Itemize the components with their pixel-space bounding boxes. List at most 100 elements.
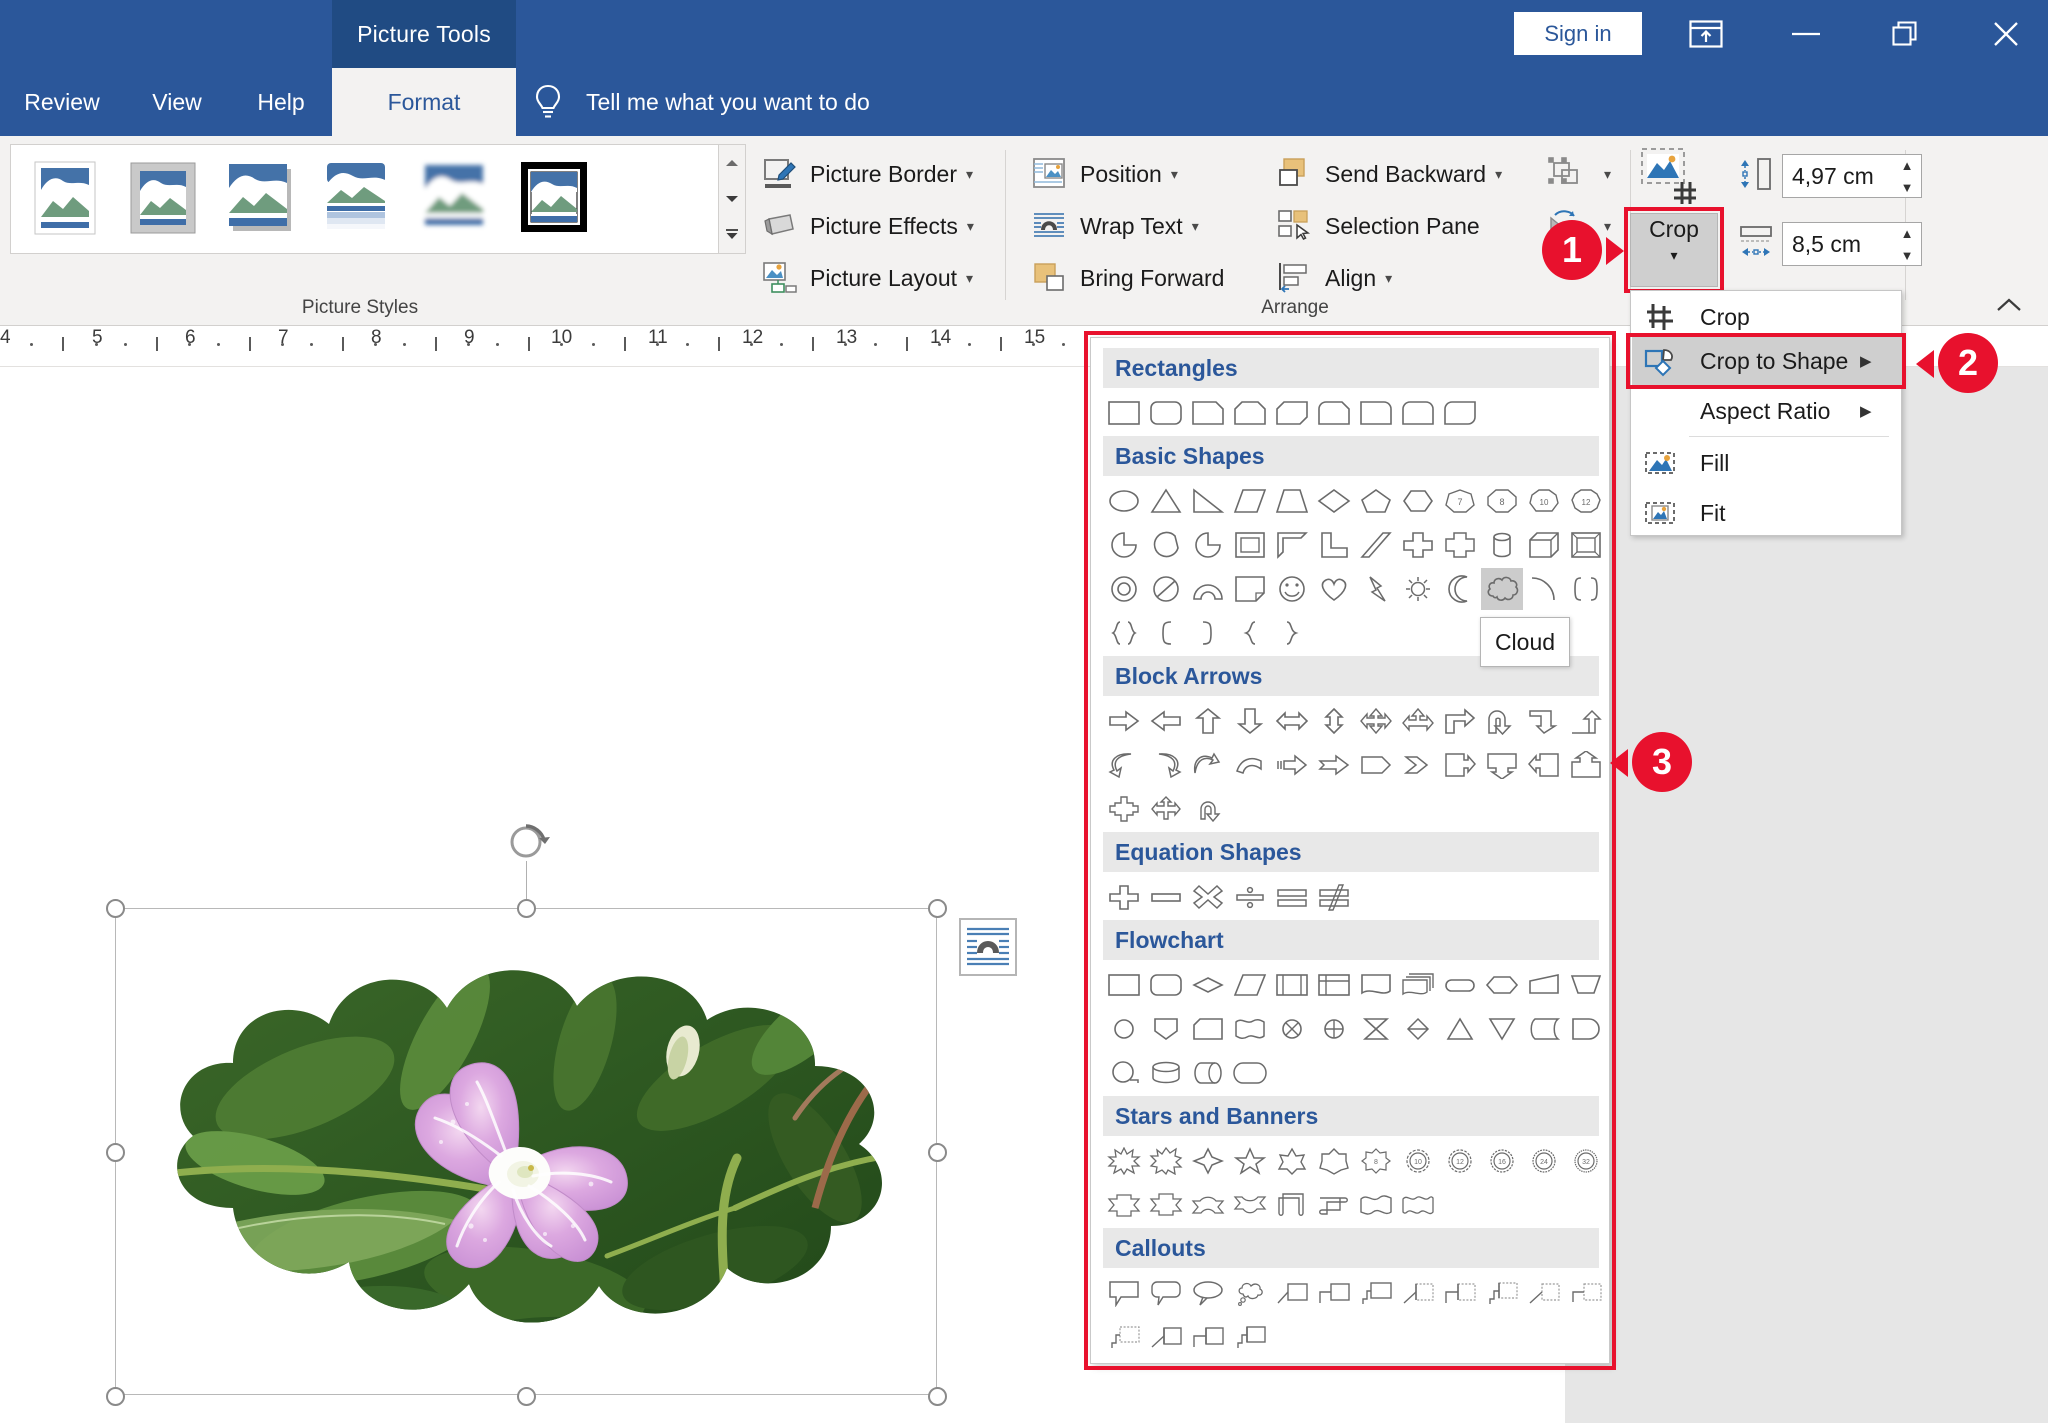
shape-right-bracket[interactable] (1187, 612, 1229, 654)
shape-minus-sign[interactable] (1145, 876, 1187, 918)
shape-flowchart-connector[interactable] (1103, 1008, 1145, 1050)
shape-star-8-point[interactable]: 8 (1355, 1140, 1397, 1182)
picture-effects-button[interactable]: Picture Effects ▾ (760, 202, 974, 250)
shape-curved-down-arrow[interactable] (1229, 744, 1271, 786)
chevron-down-icon[interactable]: ▾ (1192, 218, 1199, 235)
resize-handle-top-left[interactable] (106, 899, 125, 918)
shape-equal-sign[interactable] (1271, 876, 1313, 918)
shape-flowchart-predefined-process[interactable] (1271, 964, 1313, 1006)
shape-chevron-arrow[interactable] (1397, 744, 1439, 786)
crop-menu-item-aspect-ratio[interactable]: Aspect Ratio ▶ (1632, 386, 1902, 436)
shape-teardrop[interactable] (1187, 524, 1229, 566)
shape-star-10-point[interactable]: 10 (1397, 1140, 1439, 1182)
shape-down-arrow-callout[interactable] (1481, 744, 1523, 786)
shape-curved-up-ribbon[interactable] (1187, 1184, 1229, 1226)
selection-pane-button[interactable]: Selection Pane (1275, 202, 1480, 250)
shape-line-callout-1[interactable] (1271, 1272, 1313, 1314)
shape-rectangle[interactable] (1103, 392, 1145, 434)
shape-up-down-arrow[interactable] (1313, 700, 1355, 742)
height-spin-down-icon[interactable]: ▼ (1894, 176, 1920, 198)
picture-style-thumb-5[interactable] (413, 159, 501, 237)
shape-snip-and-round-single-corner-rectangle[interactable] (1313, 392, 1355, 434)
picture-style-thumb-4[interactable] (315, 159, 403, 237)
shape-flowchart-process[interactable] (1103, 964, 1145, 1006)
tab-view[interactable]: View (124, 68, 230, 136)
shape-octagon[interactable]: 8 (1481, 480, 1523, 522)
shape-circular-arrow[interactable] (1187, 788, 1229, 830)
chevron-down-icon[interactable]: ▾ (1385, 270, 1392, 287)
shape-bent-arrow-up[interactable] (1439, 700, 1481, 742)
shape-lightning-bolt[interactable] (1355, 568, 1397, 610)
shape-star-12-point[interactable]: 12 (1439, 1140, 1481, 1182)
shape-left-right-arrow[interactable] (1271, 700, 1313, 742)
chevron-down-icon[interactable]: ▾ (967, 218, 974, 235)
layout-options-button[interactable] (959, 918, 1017, 976)
shape-block-arc[interactable] (1187, 568, 1229, 610)
shape-curved-left-arrow[interactable] (1103, 744, 1145, 786)
shape-flowchart-punched-tape[interactable] (1229, 1008, 1271, 1050)
shape-arrow-up[interactable] (1187, 700, 1229, 742)
minimize-icon[interactable] (1772, 10, 1840, 58)
shape-cube[interactable] (1523, 524, 1565, 566)
align-button[interactable]: Align ▾ (1275, 254, 1392, 302)
shape-sun[interactable] (1397, 568, 1439, 610)
shape-striped-right-arrow[interactable] (1271, 744, 1313, 786)
shape-explosion-1[interactable] (1103, 1140, 1145, 1182)
shape-folded-corner[interactable] (1229, 568, 1271, 610)
more-styles-icon[interactable] (719, 217, 745, 253)
picture-layout-button[interactable]: Picture Layout ▾ (760, 254, 973, 302)
shape-flowchart-terminator[interactable] (1439, 964, 1481, 1006)
shape-line-callout-3-accent-bar[interactable] (1481, 1272, 1523, 1314)
shape-arrow-down[interactable] (1229, 700, 1271, 742)
shape-heptagon[interactable]: 7 (1439, 480, 1481, 522)
shape-star-32-point[interactable]: 32 (1565, 1140, 1607, 1182)
shape-flowchart-off-page-connector[interactable] (1145, 1008, 1187, 1050)
resize-handle-bottom-right[interactable] (928, 1387, 947, 1406)
shape-regular-pentagon-cross[interactable] (1439, 524, 1481, 566)
shape-flowchart-or[interactable] (1313, 1008, 1355, 1050)
shape-oval[interactable] (1103, 480, 1145, 522)
collapse-ribbon-icon[interactable] (1995, 296, 2023, 316)
shape-flowchart-manual-operation[interactable] (1565, 964, 1607, 1006)
shape-division-sign[interactable] (1229, 876, 1271, 918)
shape-curved-up-arrow[interactable] (1187, 744, 1229, 786)
shape-double-brace[interactable] (1103, 612, 1145, 654)
bring-forward-button[interactable]: Bring Forward (1030, 254, 1224, 302)
shape-height-spinner[interactable]: ▲ ▼ (1894, 154, 1920, 198)
shape-flowchart-display[interactable] (1229, 1052, 1271, 1094)
close-icon[interactable] (1972, 10, 2040, 58)
shape-cloud-callout[interactable] (1229, 1272, 1271, 1314)
shape-curved-right-arrow[interactable] (1145, 744, 1187, 786)
shape-flowchart-collate[interactable] (1355, 1008, 1397, 1050)
chevron-down-icon[interactable]: ▾ (1604, 218, 1611, 235)
resize-handle-top-right[interactable] (928, 899, 947, 918)
shape-line-callout-1-border-and-accent-bar[interactable] (1145, 1316, 1187, 1358)
group-objects-button[interactable]: ▾ (1545, 150, 1611, 198)
shape-line-callout-3-border-and-accent-bar[interactable] (1229, 1316, 1271, 1358)
shape-flowchart-card[interactable] (1187, 1008, 1229, 1050)
shape-round-same-side-corner-rectangle[interactable] (1397, 392, 1439, 434)
shape-plus-sign[interactable] (1103, 876, 1145, 918)
shape-round-diagonal-corner-rectangle[interactable] (1439, 392, 1481, 434)
scroll-up-icon[interactable] (719, 145, 745, 181)
resize-handle-middle-right[interactable] (928, 1143, 947, 1162)
resize-handle-bottom-left[interactable] (106, 1387, 125, 1406)
shape-cross[interactable] (1397, 524, 1439, 566)
crop-menu-item-crop[interactable]: Crop (1632, 292, 1902, 342)
shape-flowchart-manual-input[interactable] (1523, 964, 1565, 1006)
shape-snip-single-corner-rectangle[interactable] (1187, 392, 1229, 434)
shape-star-6-point[interactable] (1271, 1140, 1313, 1182)
shape-flowchart-multidocument[interactable] (1397, 964, 1439, 1006)
picture-style-thumb-2[interactable] (119, 159, 207, 237)
shape-left-right-up-arrow-callout[interactable] (1145, 788, 1187, 830)
shape-star-24-point[interactable]: 24 (1523, 1140, 1565, 1182)
shape-cylinder[interactable] (1481, 524, 1523, 566)
shape-isosceles-triangle[interactable] (1145, 480, 1187, 522)
shape-down-ribbon[interactable] (1145, 1184, 1187, 1226)
shape-flowchart-decision[interactable] (1187, 964, 1229, 1006)
shape-star-16-point[interactable]: 16 (1481, 1140, 1523, 1182)
chevron-down-icon[interactable]: ▾ (966, 270, 973, 287)
shape-width-spinner[interactable]: ▲ ▼ (1894, 222, 1920, 266)
shape-decagon[interactable]: 10 (1523, 480, 1565, 522)
shape-trapezoid[interactable] (1271, 480, 1313, 522)
